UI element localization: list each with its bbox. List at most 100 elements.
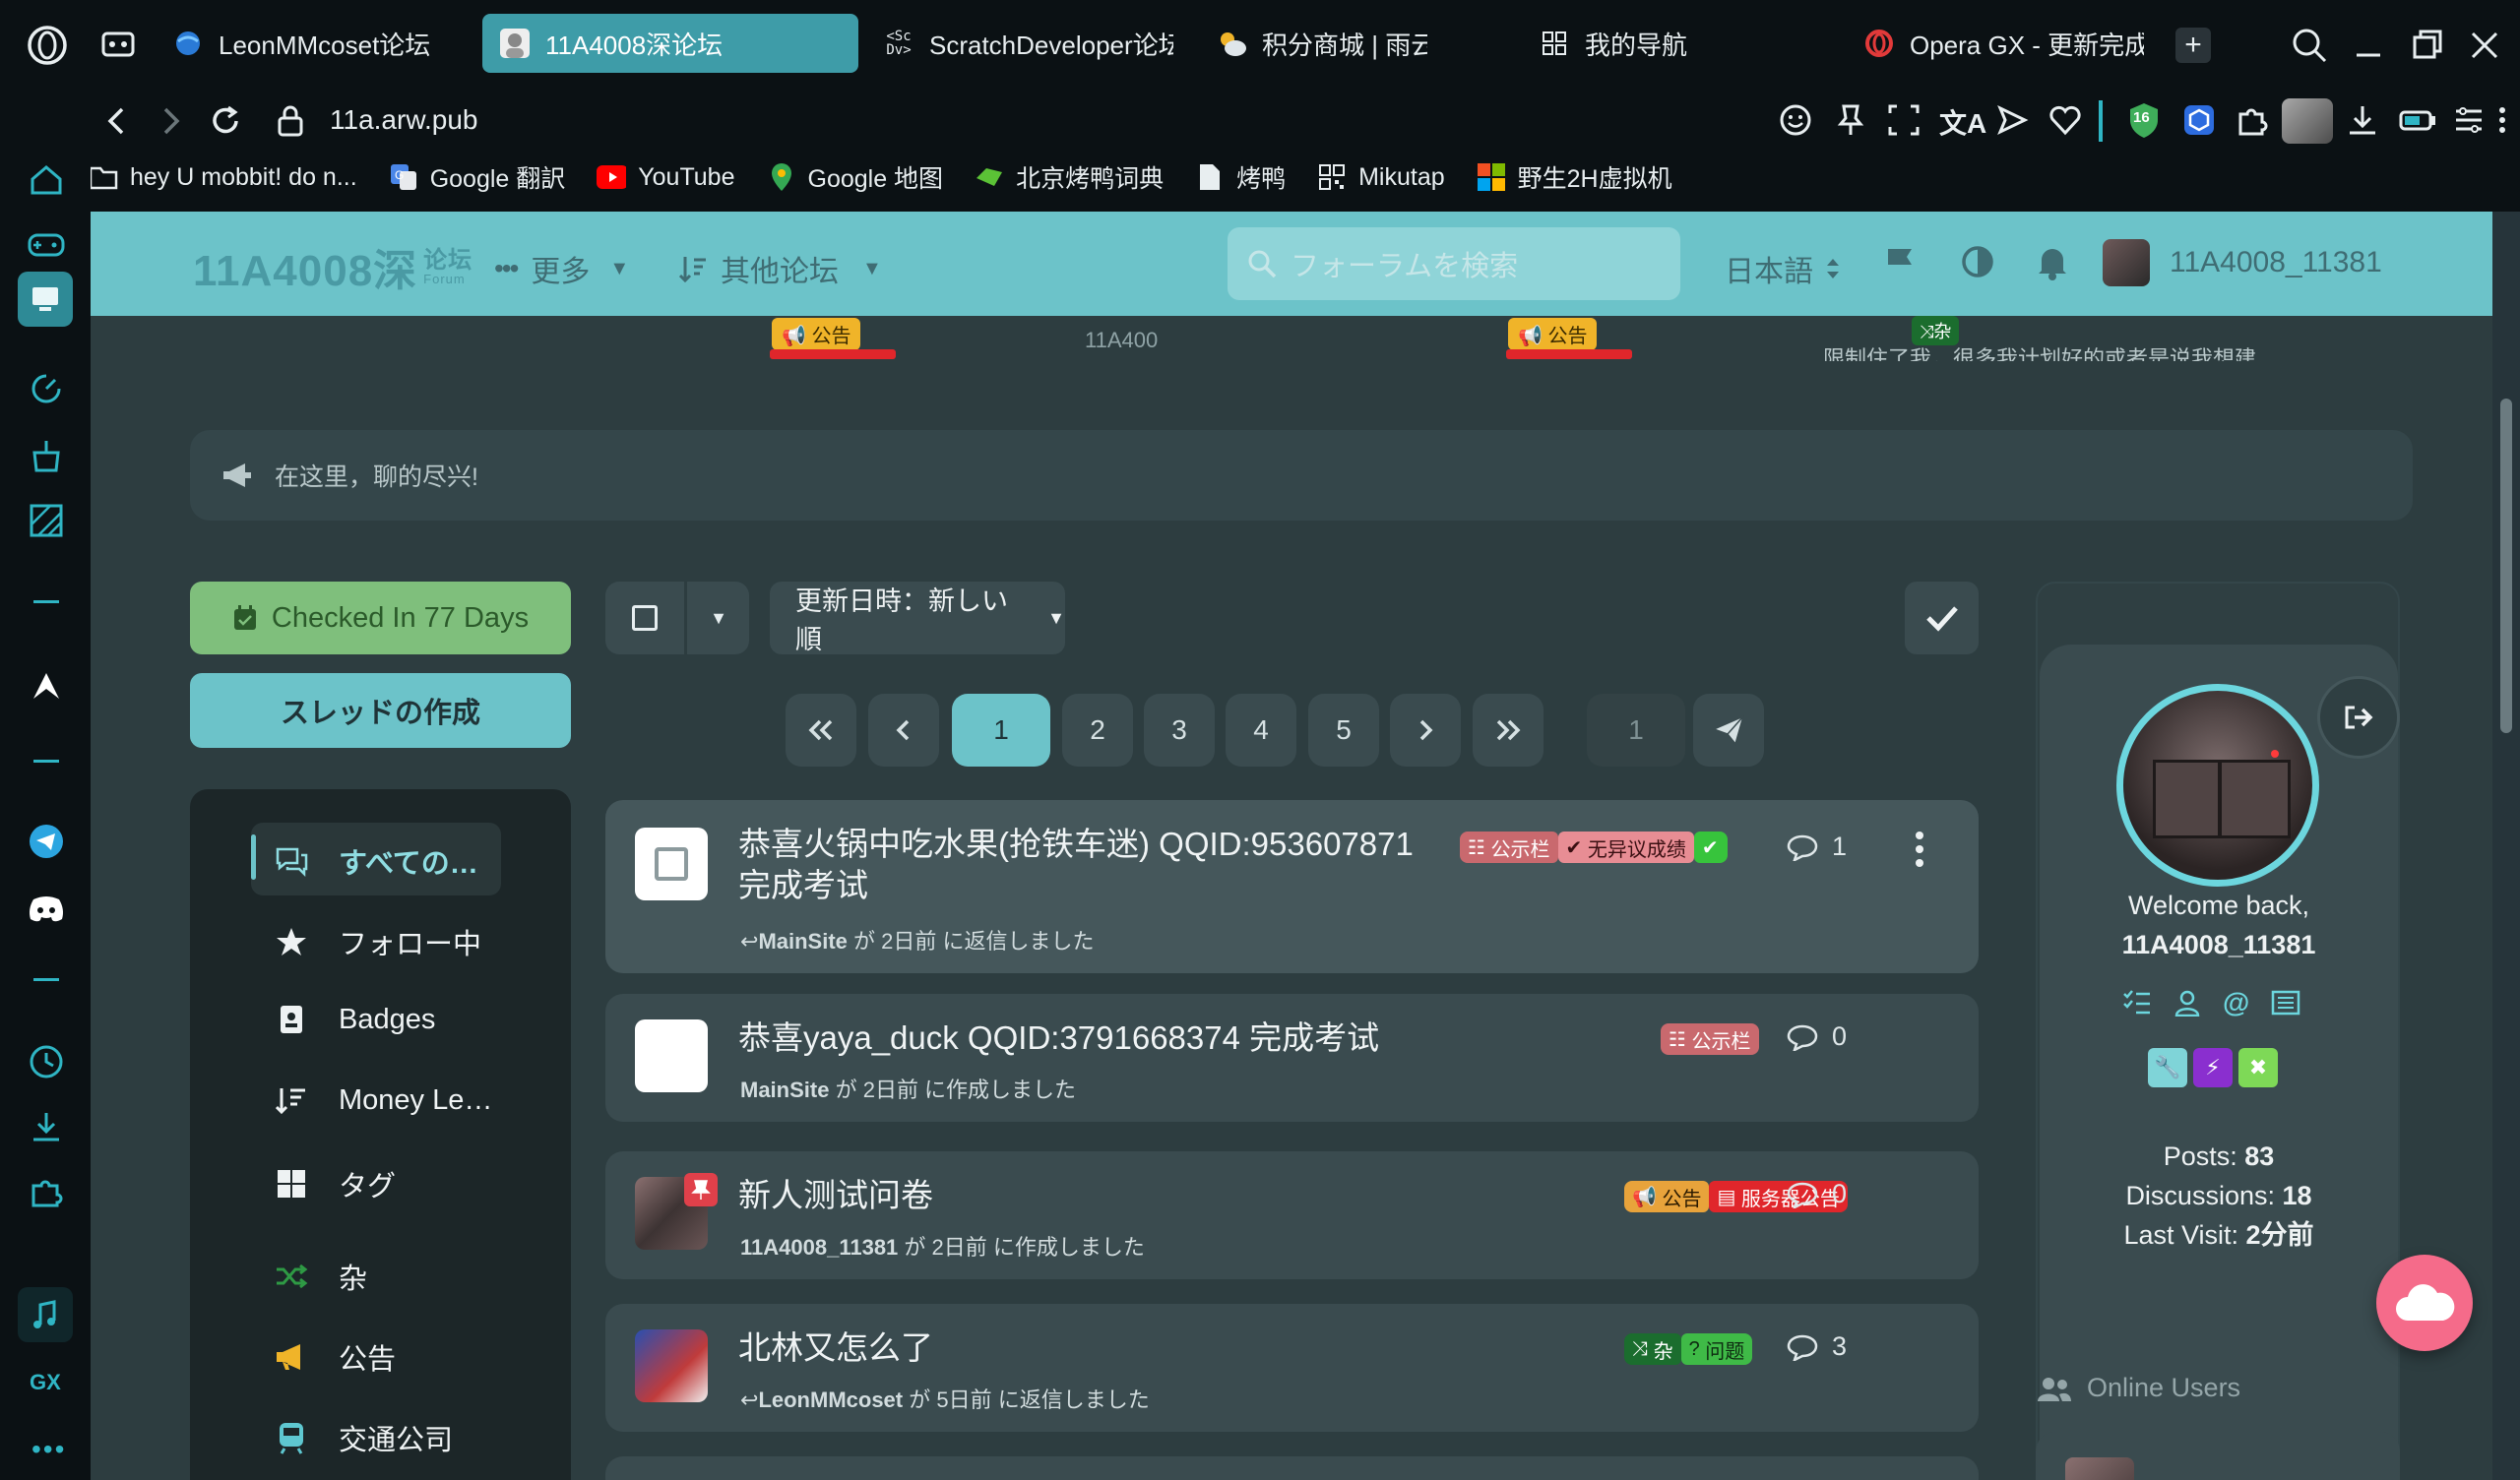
extensions-puzzle-icon[interactable] — [2235, 102, 2270, 138]
online-user-avatar[interactable] — [2065, 1457, 2134, 1480]
nav-badges[interactable]: Badges — [274, 1002, 435, 1037]
minimize-icon[interactable] — [2349, 26, 2388, 65]
page-3-button[interactable]: 3 — [1144, 694, 1215, 767]
gx-control-icon[interactable] — [22, 496, 71, 545]
newspaper-icon[interactable] — [2271, 989, 2300, 1017]
page-jump-go-button[interactable] — [1693, 694, 1764, 767]
discussion-title[interactable]: 新人测试问卷 — [738, 1175, 933, 1216]
last-page-button[interactable] — [1473, 694, 1544, 767]
tab-my-nav[interactable]: 我的导航 — [1522, 14, 1719, 73]
heart-icon[interactable] — [2048, 102, 2083, 138]
downloads-icon[interactable] — [22, 1102, 71, 1151]
bookmark-mikutap[interactable]: Mikutap — [1317, 162, 1445, 192]
translate-page-icon[interactable]: 文A — [1939, 102, 1986, 142]
music-player-icon[interactable] — [18, 1287, 73, 1342]
nav-following[interactable]: フォロー中 — [274, 921, 481, 962]
tab-opera-gx-update[interactable]: Opera GX - 更新完成 — [1847, 14, 2162, 73]
extension-cube-icon[interactable] — [2181, 102, 2217, 138]
profile-username[interactable]: 11A4008_11381 — [2040, 930, 2398, 960]
profile-avatar[interactable] — [2116, 684, 2319, 887]
home-icon[interactable] — [22, 155, 71, 205]
search-tabs-icon[interactable] — [2290, 26, 2329, 65]
tab-11a4008-forum[interactable]: 11A4008深论坛 — [482, 14, 858, 73]
bookmark-folder[interactable]: hey U mobbit! do n... — [89, 162, 357, 192]
discussion-title[interactable]: 恭喜火锅中吃水果(抢铁车迷) QQID:953607871 完成考试 — [738, 824, 1427, 906]
workspace-active-icon[interactable] — [18, 272, 73, 327]
adblock-shield-icon[interactable]: 16 — [2126, 100, 2162, 140]
send-icon[interactable] — [1994, 102, 2030, 138]
bookmark-wild-2h-vm[interactable]: 野生2H虚拟机 — [1477, 159, 1672, 195]
flag-icon[interactable] — [1884, 245, 1918, 280]
close-window-icon[interactable] — [2465, 26, 2504, 65]
download-icon[interactable] — [2345, 102, 2380, 138]
page-scrollbar-thumb[interactable] — [2500, 399, 2512, 733]
extensions-icon[interactable] — [22, 1167, 71, 1216]
prev-page-button[interactable] — [868, 694, 939, 767]
ticker-text[interactable]: 限制住了我，很多我计划好的或者是说我想建 — [1823, 341, 2256, 361]
discussion-item[interactable]: 新人测试问卷 11A4008_11381 が 2日前 に作成しました 📢 公告 … — [605, 1151, 1979, 1279]
notifications-bell-icon[interactable] — [2036, 243, 2069, 280]
discord-icon[interactable] — [22, 884, 71, 933]
discussion-item[interactable]: 恭喜火锅中吃水果(抢铁车迷) QQID:953607871 完成考试 ↩Main… — [605, 800, 1979, 973]
tag-no-objection[interactable]: ✔ 无异议成绩 — [1557, 832, 1694, 863]
discussion-menu-icon[interactable] — [1915, 830, 1924, 869]
mark-all-read-button[interactable] — [1905, 582, 1979, 654]
menu-dots-icon[interactable] — [2498, 102, 2506, 138]
pin-icon[interactable] — [1833, 102, 1868, 138]
discussion-item[interactable]: 北林又怎么了 ↩LeonMMcoset が 5日前 に返信しました ⤨ 杂 ? … — [605, 1304, 1979, 1432]
user-menu[interactable]: 11A4008_11381 — [2103, 239, 2382, 286]
discussion-title[interactable]: 北林又怎么了 — [738, 1327, 933, 1369]
language-select[interactable]: 日本語 — [1725, 247, 1841, 290]
bolt-badge-icon[interactable]: ⚡ — [2193, 1048, 2233, 1087]
telegram-icon[interactable] — [22, 817, 71, 866]
tab-workspace-icon[interactable] — [100, 30, 136, 61]
tag-green[interactable]: ✔ — [1693, 832, 1728, 863]
bookmark-google-translate[interactable]: G Google 翻訳 — [389, 159, 565, 195]
page-1-button[interactable]: 1 — [952, 694, 1050, 767]
ticker-tag[interactable]: 📢 公告 — [772, 318, 861, 350]
nav-tag-announcement[interactable]: 公告 — [274, 1336, 396, 1378]
nav-money-leaderboard[interactable]: Money Le… — [274, 1082, 492, 1118]
next-page-button[interactable] — [1390, 694, 1461, 767]
checkin-button[interactable]: Checked In 77 Days — [190, 582, 571, 654]
discussion-select-checkbox[interactable] — [635, 828, 708, 900]
new-thread-button[interactable]: スレッドの作成 — [190, 673, 571, 748]
snapshot-icon[interactable] — [1886, 102, 1922, 138]
opera-gx-logo-icon[interactable] — [26, 24, 69, 67]
page-2-button[interactable]: 2 — [1062, 694, 1133, 767]
cleaner-icon[interactable] — [22, 431, 71, 480]
first-page-button[interactable] — [786, 694, 856, 767]
nav-tag-transport[interactable]: 交通公司 — [274, 1417, 453, 1458]
logout-button[interactable] — [2317, 676, 2400, 759]
floating-cloud-button[interactable] — [2376, 1255, 2473, 1351]
tag-announcement[interactable]: 📢 公告 — [1624, 1181, 1710, 1212]
lock-icon[interactable] — [276, 104, 305, 138]
discussion-avatar[interactable] — [635, 1019, 708, 1092]
forum-search-input[interactable]: フォーラムを検索 — [1228, 227, 1680, 300]
theme-toggle-icon[interactable] — [1961, 245, 1994, 278]
bookmark-google-maps[interactable]: Google 地图 — [767, 159, 943, 195]
tag-bulletin[interactable]: ☷ 公示栏 — [1661, 1023, 1759, 1055]
wrench-badge-icon[interactable]: 🔧 — [2148, 1048, 2187, 1087]
tab-scratchdeveloper[interactable]: <Sc Dv> ScratchDeveloper论坛 — [866, 14, 1191, 73]
tools-badge-icon[interactable]: ✖ — [2238, 1048, 2278, 1087]
other-forums-dropdown[interactable]: 其他论坛 ▼ — [679, 247, 882, 290]
select-all-checkbox[interactable] — [605, 582, 684, 654]
tab-points-mall[interactable]: 积分商城 | 雨云 — [1199, 14, 1445, 73]
page-jump-input[interactable]: 1 — [1587, 694, 1685, 767]
tag-misc[interactable]: ⤨ 杂 — [1624, 1333, 1681, 1365]
bookmark-youtube[interactable]: YouTube — [597, 162, 735, 192]
url-field[interactable]: 11a.arw.pub — [330, 104, 478, 136]
tab-leonmmcoset[interactable]: LeonMMcoset论坛 — [156, 14, 471, 73]
at-sign-icon[interactable]: @ — [2223, 989, 2249, 1017]
discussion-title[interactable]: 恭喜yaya_duck QQID:3791668374 完成考试 — [738, 1018, 1379, 1059]
page-5-button[interactable]: 5 — [1308, 694, 1379, 767]
select-menu-caret-icon[interactable]: ▼ — [688, 582, 749, 654]
list-check-icon[interactable] — [2122, 989, 2152, 1017]
emoji-icon[interactable] — [1778, 102, 1813, 138]
page-4-button[interactable]: 4 — [1226, 694, 1296, 767]
battery-icon[interactable] — [2398, 102, 2437, 138]
discussion-avatar[interactable] — [635, 1329, 708, 1402]
arc-app-icon[interactable] — [22, 661, 71, 710]
new-tab-button[interactable]: + — [2175, 28, 2211, 63]
